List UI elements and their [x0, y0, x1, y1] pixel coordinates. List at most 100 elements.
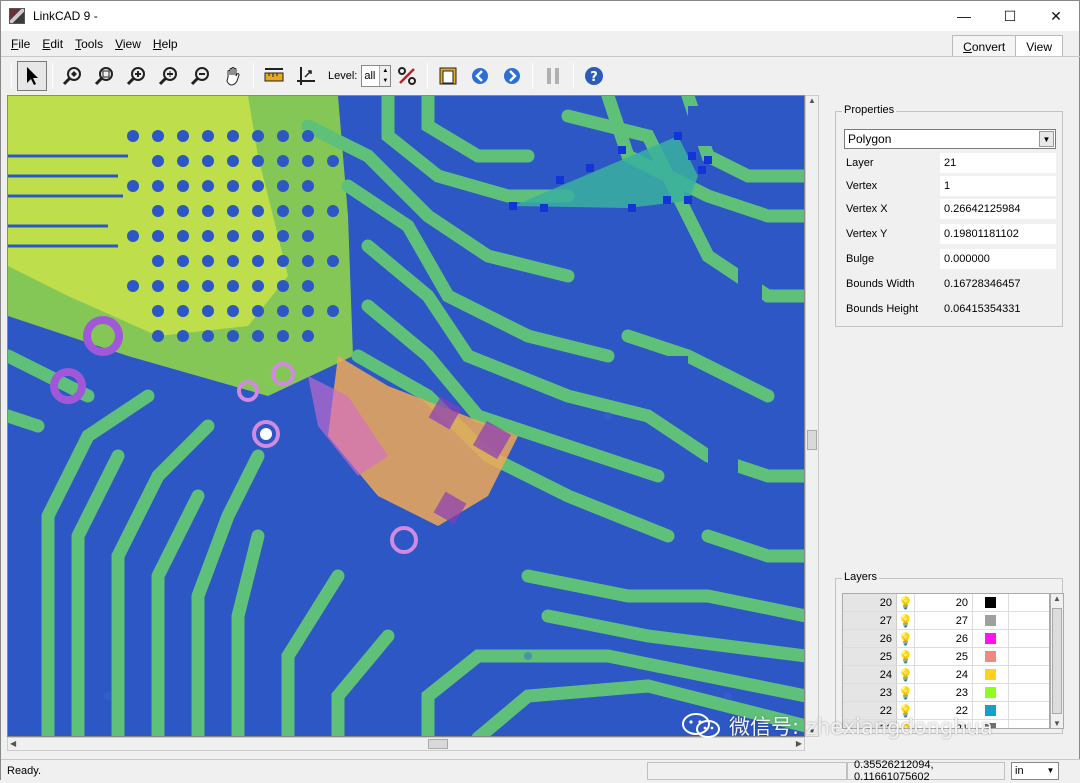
status-panel — [647, 761, 847, 780]
tab-convert[interactable]: Convert — [952, 35, 1017, 57]
wechat-logo-icon — [682, 713, 720, 738]
property-key: Layer — [846, 157, 874, 169]
layer-id: 25 — [843, 648, 897, 665]
object-type-value: Polygon — [848, 132, 892, 146]
property-value[interactable]: 0.26642125984 — [940, 199, 1056, 219]
level-value: all — [364, 70, 376, 82]
layers-table: 20 💡 20 27 💡 27 26 💡 26 25 💡 25 24 💡 24 23 💡 23 22 💡 2… — [842, 593, 1050, 729]
forward-icon[interactable] — [497, 61, 527, 91]
property-value: 0.06415354331 — [944, 303, 1021, 315]
tab-view[interactable]: View — [1015, 35, 1063, 57]
light-bulb-icon[interactable]: 💡 — [898, 632, 913, 646]
app-logo-icon — [9, 8, 25, 24]
object-type-select[interactable]: Polygon ▼ — [844, 129, 1056, 149]
menu-edit[interactable]: Edit — [36, 37, 69, 51]
pause-icon[interactable] — [538, 61, 568, 91]
toolbar-separator — [253, 63, 254, 89]
minimize-button[interactable]: — — [941, 1, 987, 31]
tab-divider — [1, 56, 1080, 57]
layer-color-swatch[interactable] — [985, 687, 996, 698]
layer-id: 27 — [843, 612, 897, 629]
layer-color-swatch[interactable] — [985, 633, 996, 644]
toolbar: Level: all ▲ ▼ ? — [7, 59, 610, 93]
chevron-down-icon: ▼ — [1039, 131, 1054, 147]
menu-file[interactable]: File — [5, 37, 36, 51]
unit-select[interactable]: in ▼ — [1011, 761, 1059, 780]
spin-down-icon[interactable]: ▼ — [382, 78, 388, 84]
ruler-icon[interactable] — [259, 61, 289, 91]
layer-color-swatch[interactable] — [985, 669, 996, 680]
title-bar: LinkCAD 9 - — ☐ ✕ — [1, 1, 1079, 31]
layer-id: 24 — [843, 666, 897, 683]
layer-name: 25 — [915, 648, 973, 665]
origin-icon[interactable] — [291, 61, 321, 91]
layer-id: 23 — [843, 684, 897, 701]
zoom-in-icon[interactable] — [122, 61, 152, 91]
property-row: Vertex 1 — [844, 176, 1056, 196]
menu-view[interactable]: View — [109, 37, 147, 51]
layer-row[interactable]: 27 💡 27 — [843, 612, 1049, 630]
status-text: Ready. — [7, 764, 42, 777]
menu-help[interactable]: Help — [147, 37, 184, 51]
property-value[interactable]: 1 — [940, 176, 1056, 196]
unit-value: in — [1015, 764, 1024, 777]
properties-group: Properties Polygon ▼ Layer 21 Vertex 1 V… — [835, 104, 1063, 327]
layer-row[interactable]: 26 💡 26 — [843, 630, 1049, 648]
layer-name: 20 — [915, 594, 973, 611]
drawing-canvas[interactable] — [7, 95, 805, 737]
scroll-up-icon[interactable]: ▲ — [1053, 594, 1061, 603]
svg-text:?: ? — [591, 70, 599, 85]
percent-icon[interactable] — [392, 61, 422, 91]
select-arrow-icon[interactable] — [17, 61, 47, 91]
layers-scrollbar[interactable]: ▲ ▼ — [1050, 593, 1064, 729]
layer-name: 24 — [915, 666, 973, 683]
toolbar-separator — [532, 63, 534, 89]
property-value[interactable]: 21 — [940, 153, 1056, 173]
vertical-scroll-thumb[interactable] — [807, 430, 817, 450]
horizontal-scroll-thumb[interactable] — [428, 739, 448, 749]
zoom-fit-icon[interactable] — [90, 61, 120, 91]
maximize-button[interactable]: ☐ — [987, 1, 1033, 31]
layers-scroll-thumb[interactable] — [1052, 608, 1062, 714]
layer-color-swatch[interactable] — [985, 651, 996, 662]
help-icon[interactable]: ? — [579, 61, 609, 91]
property-row: Vertex X 0.26642125984 — [844, 199, 1056, 219]
spin-up-icon[interactable]: ▲ — [382, 68, 388, 74]
app-window: LinkCAD 9 - — ☐ ✕ File Edit Tools View H… — [0, 0, 1080, 783]
layer-name: 23 — [915, 684, 973, 701]
level-label: Level: — [328, 70, 358, 82]
watermark-text: 微信号: zhexiangdonghua — [729, 715, 993, 739]
page-icon[interactable] — [433, 61, 463, 91]
scroll-up-icon[interactable]: ▲ — [808, 96, 816, 105]
layer-row[interactable]: 20 💡 20 — [843, 594, 1049, 612]
zoom-previous-icon[interactable] — [186, 61, 216, 91]
light-bulb-icon[interactable]: 💡 — [898, 650, 913, 664]
toolbar-separator — [11, 63, 12, 89]
scroll-down-icon[interactable]: ▼ — [1053, 719, 1061, 728]
light-bulb-icon[interactable]: 💡 — [898, 614, 913, 628]
light-bulb-icon[interactable]: 💡 — [898, 596, 913, 610]
property-value[interactable]: 0.19801181102 — [940, 224, 1056, 244]
property-row: Layer 21 — [844, 153, 1056, 173]
property-value[interactable]: 0.000000 — [940, 249, 1056, 269]
property-row: Bulge 0.000000 — [844, 249, 1056, 269]
menu-tools[interactable]: Tools — [69, 37, 109, 51]
layer-row[interactable]: 25 💡 25 — [843, 648, 1049, 666]
canvas-vertical-scrollbar[interactable]: ▲ ▼ — [805, 95, 819, 737]
light-bulb-icon[interactable]: 💡 — [898, 668, 913, 682]
layer-row[interactable]: 24 💡 24 — [843, 666, 1049, 684]
level-spinner[interactable]: all ▲ ▼ — [361, 65, 392, 87]
scroll-left-icon[interactable]: ◀ — [10, 739, 16, 748]
layer-color-swatch[interactable] — [985, 597, 996, 608]
property-key: Vertex Y — [846, 228, 888, 240]
zoom-out-icon[interactable] — [154, 61, 184, 91]
pan-hand-icon[interactable] — [218, 61, 248, 91]
back-icon[interactable] — [465, 61, 495, 91]
layer-row[interactable]: 23 💡 23 — [843, 684, 1049, 702]
light-bulb-icon[interactable]: 💡 — [898, 686, 913, 700]
zoom-window-icon[interactable] — [58, 61, 88, 91]
toolbar-separator — [52, 63, 53, 89]
status-bar: Ready. 0.35526212094, 0.11661075602 in ▼ — [1, 759, 1080, 783]
layer-color-swatch[interactable] — [985, 615, 996, 626]
close-button[interactable]: ✕ — [1033, 1, 1079, 31]
